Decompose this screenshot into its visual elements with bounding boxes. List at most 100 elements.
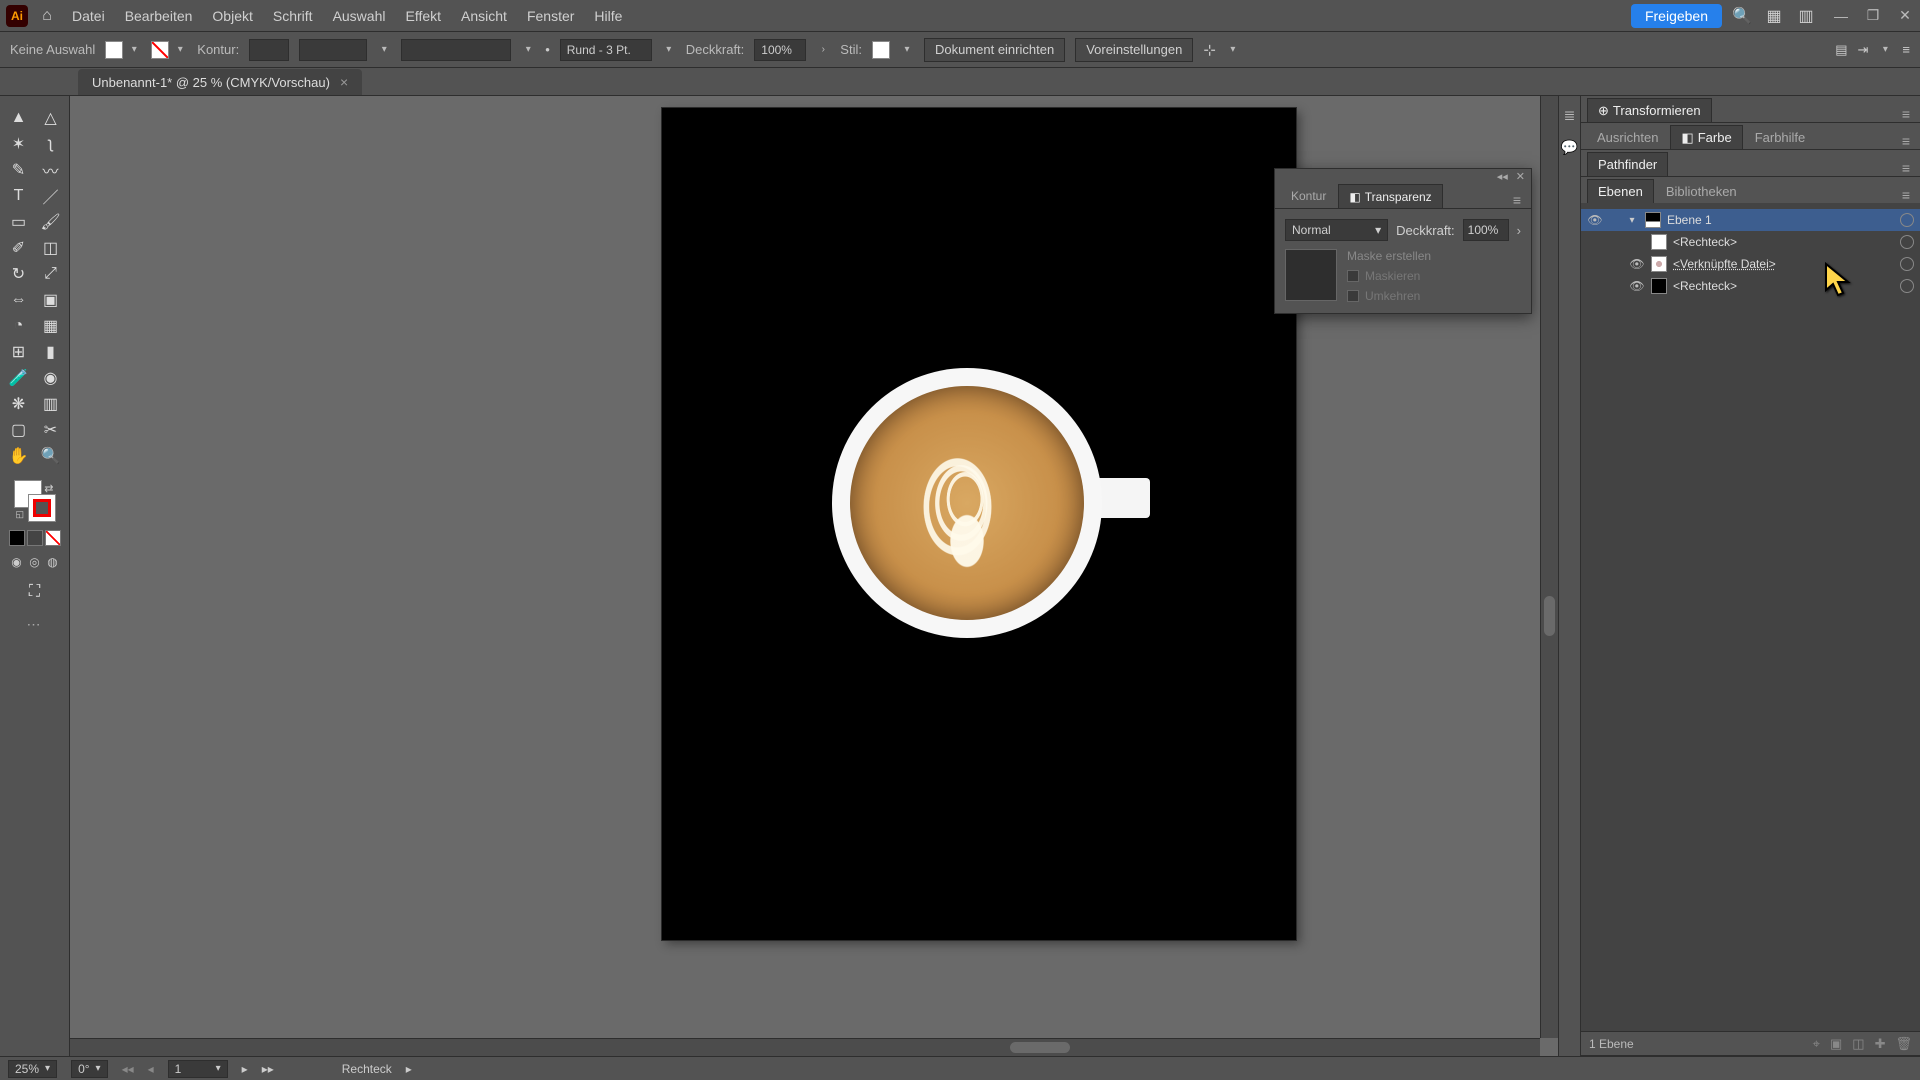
rotate-tool-icon[interactable]: ↻ [5, 262, 33, 286]
align-to-icon[interactable]: ⊹ [1203, 41, 1216, 59]
lasso-tool-icon[interactable]: ʅ [37, 132, 65, 156]
layer-row-item[interactable]: 👁 <Rechteck> [1581, 275, 1920, 297]
locate-object-icon[interactable]: ⌖ [1813, 1036, 1820, 1052]
opacity-input[interactable]: 100% [754, 39, 806, 61]
stroke-swatch-group[interactable]: ▾ [151, 41, 187, 59]
chevron-down-icon[interactable]: ▾ [1878, 43, 1892, 57]
pen-tool-icon[interactable]: ✎ [5, 158, 33, 182]
horizontal-scrollbar[interactable] [70, 1038, 1540, 1056]
paintbrush-tool-icon[interactable]: 🖌 [37, 210, 65, 234]
delete-layer-icon[interactable]: 🗑 [1895, 1036, 1912, 1052]
symbol-sprayer-tool-icon[interactable]: ❋ [5, 392, 33, 416]
zoom-tool-icon[interactable]: 🔍 [37, 444, 65, 468]
artboard-tool-icon[interactable]: ▢ [5, 418, 33, 442]
chevron-down-icon[interactable]: ▾ [521, 43, 535, 57]
swap-fill-stroke-icon[interactable]: ⇄ [44, 482, 53, 495]
menu-datei[interactable]: Datei [66, 4, 111, 28]
layer-row-item[interactable]: 👁 <Verknüpfte Datei> [1581, 253, 1920, 275]
scale-tool-icon[interactable]: ⤢ [37, 262, 65, 286]
perspective-grid-tool-icon[interactable]: ▦ [37, 314, 65, 338]
window-close-icon[interactable]: ✕ [1896, 7, 1914, 25]
panel-menu-icon[interactable]: ≡ [1898, 160, 1914, 176]
properties-panel-icon[interactable]: ≣ [1561, 106, 1579, 124]
artboard-nav-input[interactable]: 1▾ [168, 1060, 228, 1078]
share-button[interactable]: Freigeben [1631, 4, 1722, 28]
mesh-tool-icon[interactable]: ⊞ [5, 340, 33, 364]
layer-row-item[interactable]: <Rechteck> [1581, 231, 1920, 253]
type-tool-icon[interactable]: T [5, 184, 33, 208]
new-layer-icon[interactable]: ✚ [1875, 1036, 1886, 1052]
width-tool-icon[interactable]: ⇔ [5, 288, 33, 312]
fill-swatch[interactable] [105, 41, 123, 59]
cap-profile-select[interactable]: Rund - 3 Pt. [560, 39, 652, 61]
artboard-next-icon[interactable]: ▸ [242, 1062, 248, 1076]
artboard[interactable] [662, 108, 1296, 940]
home-icon[interactable]: ⌂ [36, 5, 58, 27]
tab-color[interactable]: ◧Farbe [1670, 125, 1742, 149]
document-setup-button[interactable]: Dokument einrichten [924, 38, 1065, 62]
window-minimize-icon[interactable]: — [1832, 7, 1850, 25]
placed-image[interactable] [832, 368, 1102, 638]
layer-name[interactable]: Ebene 1 [1667, 213, 1890, 227]
layer-name[interactable]: <Verknüpfte Datei> [1673, 257, 1890, 271]
target-icon[interactable] [1900, 257, 1914, 271]
eyedropper-tool-icon[interactable]: 🧪 [5, 366, 33, 390]
hand-tool-icon[interactable]: ✋ [5, 444, 33, 468]
opacity-input[interactable]: 100% [1463, 219, 1509, 241]
shaper-tool-icon[interactable]: ✐ [5, 236, 33, 260]
workspace-switcher-icon[interactable]: ▦ [1762, 4, 1786, 28]
curvature-tool-icon[interactable]: 〰 [37, 158, 65, 182]
visibility-icon[interactable]: 👁 [1587, 213, 1603, 227]
tab-transform[interactable]: ⊕Transformieren [1587, 98, 1712, 122]
draw-normal-icon[interactable]: ◉ [9, 554, 25, 570]
menu-bearbeiten[interactable]: Bearbeiten [119, 4, 199, 28]
panel-menu-icon[interactable]: ≡ [1509, 192, 1525, 208]
color-mode-solid-icon[interactable] [9, 530, 25, 546]
tab-layers[interactable]: Ebenen [1587, 179, 1654, 203]
close-icon[interactable]: × [340, 74, 348, 90]
eraser-tool-icon[interactable]: ◫ [37, 236, 65, 260]
artboard-next-icon[interactable]: ▸▸ [262, 1062, 274, 1076]
arrange-documents-icon[interactable]: ▥ [1794, 4, 1818, 28]
edit-toolbar-icon[interactable]: ⋯ [27, 616, 43, 633]
tab-stroke[interactable]: Kontur [1281, 184, 1336, 208]
free-transform-tool-icon[interactable]: ▣ [37, 288, 65, 312]
chevron-down-icon[interactable]: ▾ [900, 43, 914, 57]
default-fill-stroke-icon[interactable]: ◱ [16, 509, 25, 520]
visibility-icon[interactable]: 👁 [1629, 257, 1645, 271]
stroke-color-icon[interactable] [28, 494, 56, 522]
chevron-right-icon[interactable]: › [1517, 223, 1521, 238]
zoom-level-select[interactable]: 25%▾ [8, 1060, 57, 1078]
tab-transparency[interactable]: ◧Transparenz [1338, 184, 1442, 208]
gpu-preview-icon[interactable]: ▤ [1835, 42, 1847, 58]
menu-schrift[interactable]: Schrift [267, 4, 319, 28]
new-sublayer-icon[interactable]: ◫ [1852, 1036, 1864, 1052]
chevron-down-icon[interactable]: ▾ [662, 43, 676, 57]
rotation-input[interactable]: 0°▾ [71, 1060, 108, 1078]
target-icon[interactable] [1900, 279, 1914, 293]
chevron-right-icon[interactable]: › [816, 43, 830, 57]
panel-menu-icon[interactable]: ≡ [1898, 106, 1914, 122]
panel-menu-icon[interactable]: ≡ [1898, 133, 1914, 149]
document-tab[interactable]: Unbenannt-1* @ 25 % (CMYK/Vorschau) × [78, 69, 362, 95]
search-icon[interactable]: 🔍 [1730, 4, 1754, 28]
invert-checkbox[interactable] [1347, 290, 1359, 302]
magic-wand-tool-icon[interactable]: ✶ [5, 132, 33, 156]
vertical-scrollbar[interactable] [1540, 96, 1558, 1038]
rectangle-tool-icon[interactable]: ▭ [5, 210, 33, 234]
tab-align[interactable]: Ausrichten [1587, 125, 1668, 149]
tab-colorguide[interactable]: Farbhilfe [1745, 125, 1816, 149]
layer-row-root[interactable]: 👁 ▾ Ebene 1 [1581, 209, 1920, 231]
column-graph-tool-icon[interactable]: ▥ [37, 392, 65, 416]
draw-behind-icon[interactable]: ◎ [27, 554, 43, 570]
variable-width-profile[interactable] [299, 39, 367, 61]
blend-mode-select[interactable]: Normal▾ [1285, 219, 1388, 241]
graphic-style-swatch[interactable] [872, 41, 890, 59]
direct-selection-tool-icon[interactable]: △ [37, 106, 65, 130]
gradient-tool-icon[interactable]: ▮ [37, 340, 65, 364]
window-restore-icon[interactable]: ❐ [1864, 7, 1882, 25]
screen-mode-icon[interactable]: ⛶ [21, 580, 49, 604]
fill-swatch-group[interactable]: ▾ [105, 41, 141, 59]
brush-definition[interactable] [401, 39, 511, 61]
layer-name[interactable]: <Rechteck> [1673, 279, 1890, 293]
